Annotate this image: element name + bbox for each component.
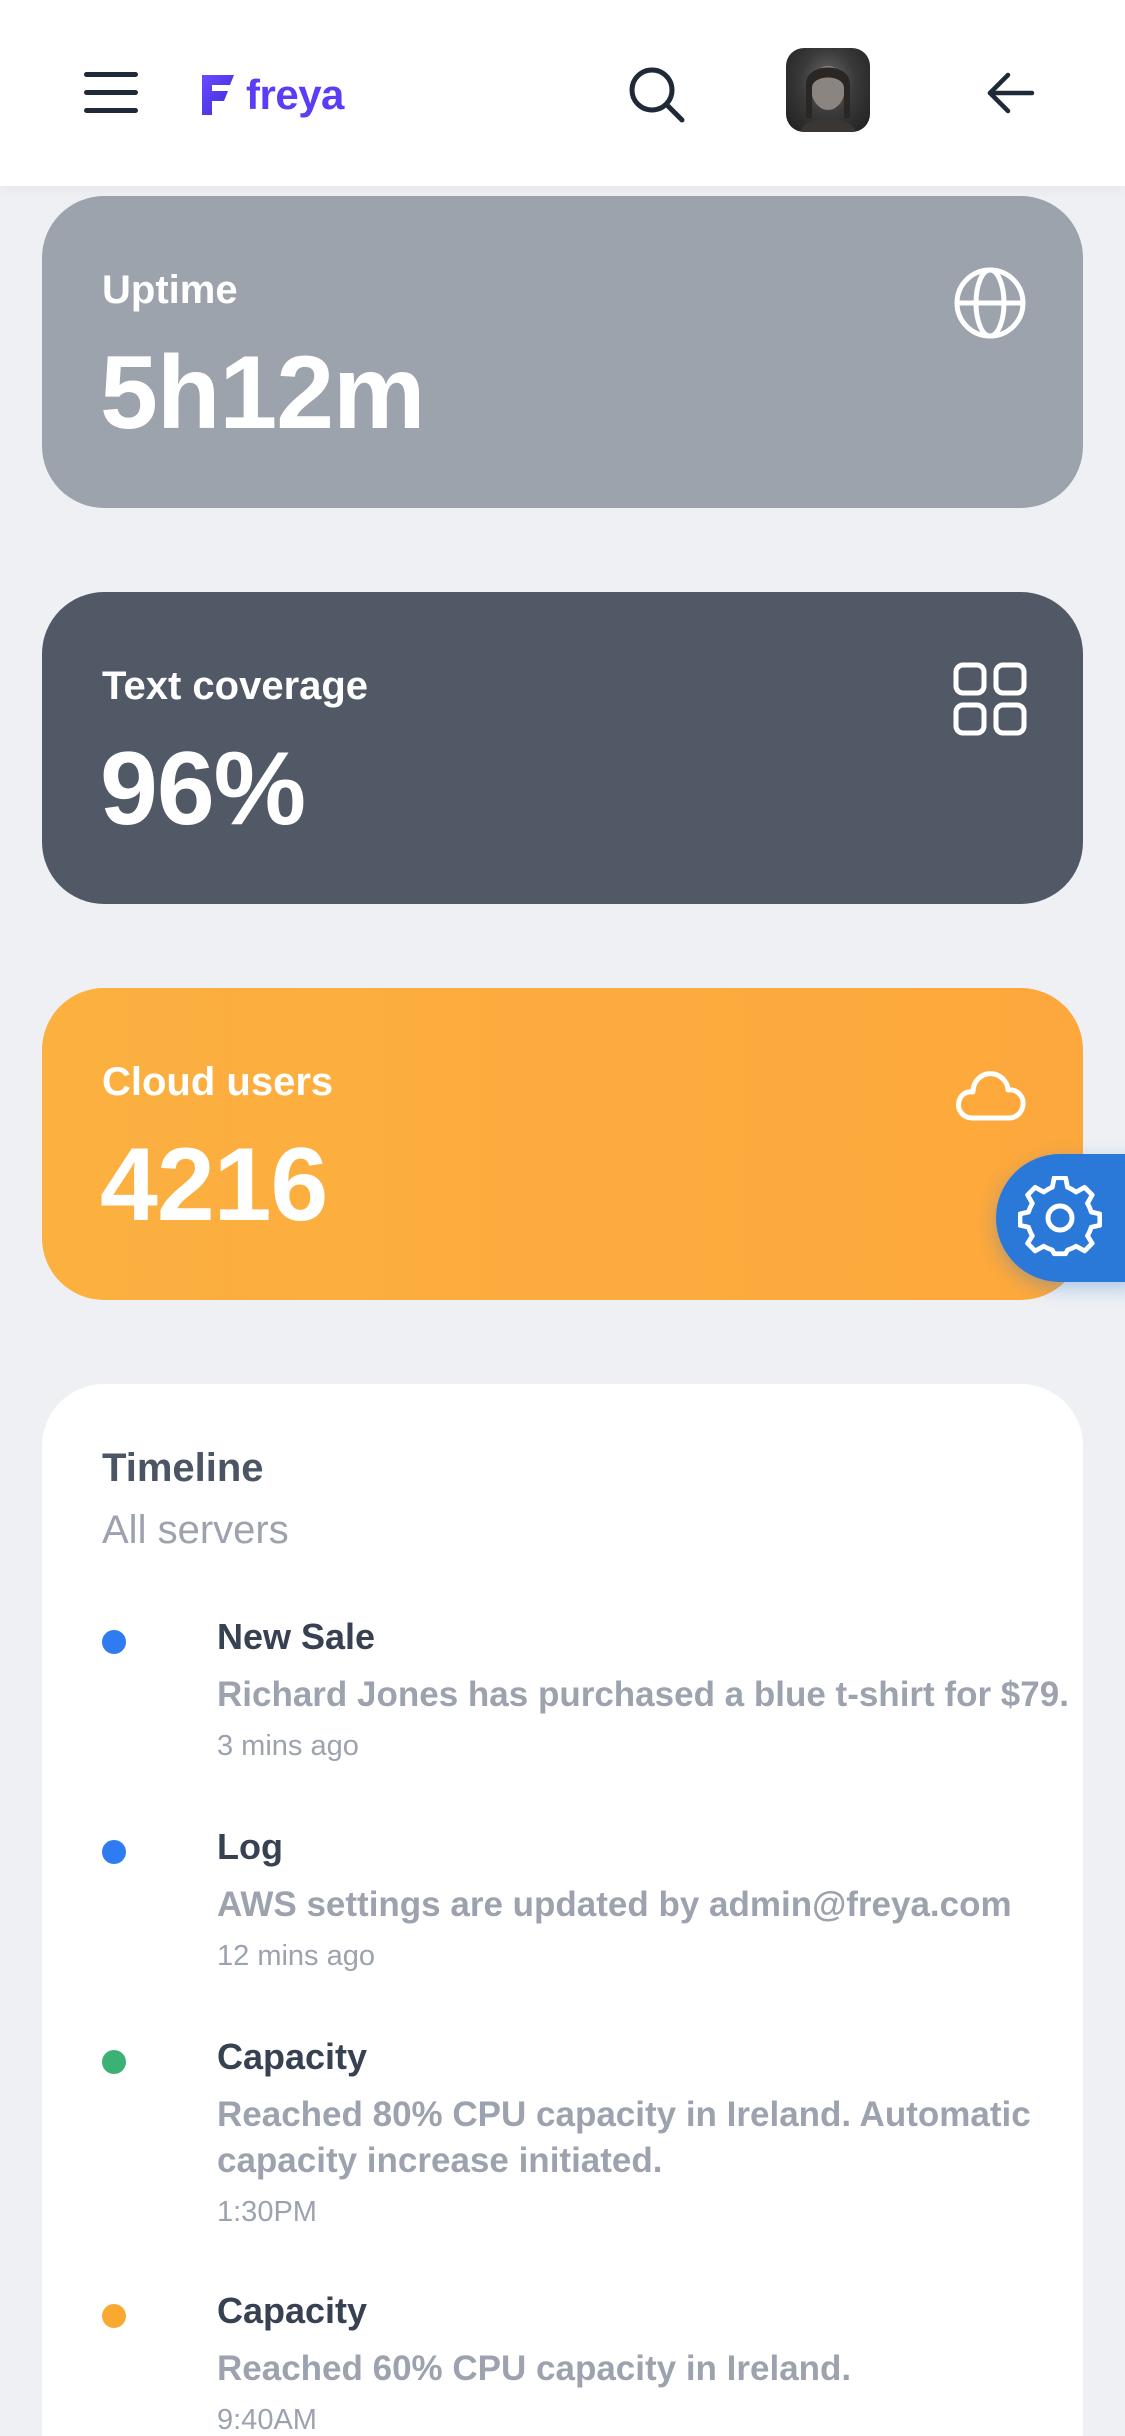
uptime-value: 5h12m bbox=[100, 335, 426, 451]
status-dot bbox=[102, 1840, 126, 1864]
top-header: freya bbox=[0, 0, 1125, 186]
timeline-item-name: New Sale bbox=[217, 1616, 376, 1657]
globe-icon bbox=[954, 267, 1026, 339]
cloud-users-label: Cloud users bbox=[102, 1060, 334, 1104]
status-dot bbox=[102, 1630, 126, 1654]
coverage-value: 96% bbox=[100, 731, 306, 847]
search-icon[interactable] bbox=[626, 64, 686, 124]
coverage-label: Text coverage bbox=[102, 664, 369, 708]
gear-icon bbox=[1018, 1176, 1102, 1257]
timeline-title: Timeline bbox=[102, 1446, 264, 1490]
status-dot bbox=[102, 2304, 126, 2328]
timeline-item-time: 1:30PM bbox=[217, 2196, 317, 2228]
timeline-item-desc: Richard Jones has purchased a blue t-shi… bbox=[217, 1675, 1069, 1714]
timeline-item-desc: Reached 60% CPU capacity in Ireland. bbox=[217, 2349, 852, 2388]
uptime-label: Uptime bbox=[102, 268, 238, 312]
status-dot bbox=[102, 2050, 126, 2074]
settings-button[interactable] bbox=[996, 1154, 1125, 1282]
timeline-item-name: Log bbox=[217, 1826, 283, 1867]
uptime-card[interactable]: Uptime 5h12m bbox=[42, 196, 1083, 508]
avatar[interactable] bbox=[786, 48, 870, 132]
brand-name: freya bbox=[246, 71, 344, 118]
timeline-item-desc: AWS settings are updated by admin@freya.… bbox=[217, 1885, 1012, 1924]
timeline-item-name: Capacity bbox=[217, 2036, 368, 2077]
cloud-icon bbox=[956, 1071, 1026, 1121]
timeline-item-time: 9:40AM bbox=[217, 2404, 317, 2436]
grid-icon bbox=[953, 662, 1027, 736]
timeline-card: Timeline All servers New Sale Richard Jo… bbox=[42, 1384, 1083, 2436]
timeline-item-desc: Reached 80% CPU capacity in Ireland. Aut… bbox=[217, 2095, 1031, 2180]
cloud-users-value: 4216 bbox=[100, 1127, 328, 1243]
hamburger-icon[interactable] bbox=[84, 72, 138, 114]
brand-logo[interactable]: freya bbox=[200, 70, 344, 120]
timeline-item-name: Capacity bbox=[217, 2290, 368, 2331]
text-coverage-card[interactable]: Text coverage 96% bbox=[42, 592, 1083, 904]
timeline-item-time: 12 mins ago bbox=[217, 1940, 375, 1972]
cloud-users-card[interactable]: Cloud users 4216 bbox=[42, 988, 1083, 1300]
user-photo bbox=[800, 66, 856, 132]
timeline-subtitle: All servers bbox=[102, 1508, 289, 1552]
timeline-item-time: 3 mins ago bbox=[217, 1730, 359, 1762]
arrow-left-icon[interactable] bbox=[986, 70, 1036, 116]
freya-logo-icon bbox=[202, 75, 234, 115]
